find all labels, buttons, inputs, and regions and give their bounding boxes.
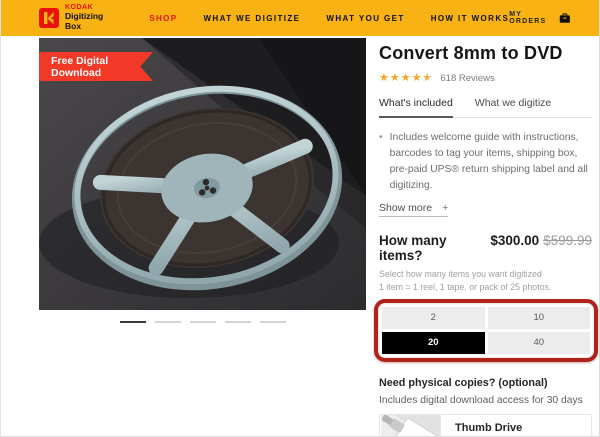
addons-subheading: Includes digital download access for 30 … (379, 395, 592, 406)
product-image: Free Digital Download (39, 38, 366, 310)
tabs: What's included What we digitize (379, 97, 592, 118)
free-download-badge: Free Digital Download (39, 52, 153, 81)
addon-info: Thumb Drive Perfect for computer + $39.9… (442, 415, 539, 437)
quantity-option-20-selected[interactable]: 20 (382, 332, 485, 354)
cart-icon[interactable] (559, 12, 571, 25)
carousel-dash-3[interactable] (190, 321, 216, 323)
brand-product-line: Digitizing Box (65, 12, 105, 32)
carousel-dash-4[interactable] (225, 321, 251, 323)
carousel-dash-5[interactable] (260, 321, 286, 323)
quantity-option-2[interactable]: 2 (382, 307, 485, 329)
bullet-glyph: • (379, 130, 383, 194)
carousel-indicators (39, 321, 366, 323)
tab-whats-included[interactable]: What's included (379, 97, 453, 118)
star-rating: ★ ★ ★ ★ ★★ (379, 73, 432, 84)
nav-item-how-it-works[interactable]: HOW IT WORKS (431, 14, 510, 23)
addons-heading: Need physical copies? (optional) (379, 377, 592, 389)
page: KODAK Digitizing Box SHOP WHAT WE DIGITI… (0, 0, 600, 437)
addon-thumb-drive[interactable]: Thumb Drive Perfect for computer + $39.9… (379, 414, 592, 437)
quantity-subtitle: Select how many items you want digitized (379, 269, 592, 279)
star-icon: ★ (412, 73, 422, 84)
quantity-annotation-highlight: 2 10 20 40 (374, 299, 598, 362)
nav-item-shop[interactable]: SHOP (149, 14, 177, 23)
tab-what-we-digitize[interactable]: What we digitize (475, 97, 551, 117)
quantity-options: 2 10 20 40 (382, 307, 590, 354)
product-title: Convert 8mm to DVD (379, 43, 592, 64)
product-gallery: Free Digital Download (39, 38, 366, 323)
kodak-logo[interactable]: KODAK Digitizing Box (39, 4, 105, 32)
rating-row[interactable]: ★ ★ ★ ★ ★★ 618 Reviews (379, 73, 592, 84)
old-price: $599.99 (543, 233, 592, 248)
show-more-link[interactable]: Show more+ (379, 202, 448, 217)
carousel-dash-2[interactable] (155, 321, 181, 323)
carousel-dash-1[interactable] (120, 321, 146, 323)
quantity-option-40[interactable]: 40 (488, 332, 591, 354)
nav-item-what-we-digitize[interactable]: WHAT WE DIGITIZE (203, 14, 300, 23)
product-description: • Includes welcome guide with instructio… (379, 130, 592, 194)
my-orders-link[interactable]: MY ORDERS (509, 11, 550, 25)
star-icon: ★ (379, 73, 389, 84)
kodak-logo-icon (39, 8, 59, 28)
quantity-heading: How many items? (379, 233, 490, 263)
price-group: $300.00 $599.99 (490, 232, 592, 250)
product-panel: Convert 8mm to DVD ★ ★ ★ ★ ★★ 618 Review… (379, 43, 592, 437)
addon-name: Thumb Drive (455, 422, 539, 434)
current-price: $300.00 (490, 233, 539, 248)
thumb-drive-image (380, 415, 442, 437)
navbar: KODAK Digitizing Box SHOP WHAT WE DIGITI… (1, 0, 599, 36)
quantity-option-10[interactable]: 10 (488, 307, 591, 329)
description-text: Includes welcome guide with instructions… (390, 130, 592, 194)
star-icon: ★ (401, 73, 411, 84)
star-icon: ★ (390, 73, 400, 84)
plus-icon: + (442, 202, 448, 214)
review-count[interactable]: 618 Reviews (440, 73, 494, 84)
half-star-icon: ★★ (423, 73, 433, 84)
nav-right: MY ORDERS (509, 11, 571, 25)
quantity-header: How many items? $300.00 $599.99 (379, 232, 592, 263)
nav-item-what-you-get[interactable]: WHAT YOU GET (326, 14, 404, 23)
nav-links: SHOP WHAT WE DIGITIZE WHAT YOU GET HOW I… (149, 14, 509, 23)
quantity-note: 1 item = 1 reel, 1 tape, or pack of 25 p… (379, 282, 592, 292)
